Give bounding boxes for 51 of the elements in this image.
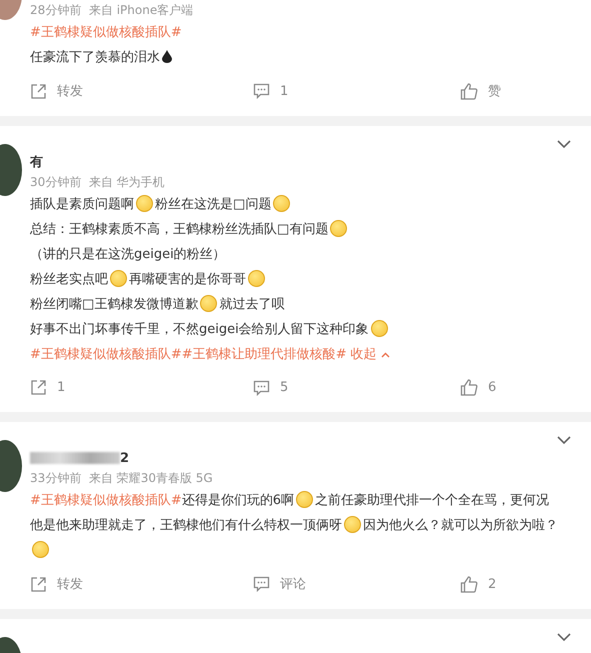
share-icon[interactable] xyxy=(30,576,47,592)
comment-text: （讲的只是在这洗geigei的粉丝） xyxy=(30,246,227,264)
repost-button[interactable]: 1 xyxy=(30,375,253,400)
comment-button[interactable]: 1 xyxy=(253,78,460,104)
droplet-icon xyxy=(162,50,172,63)
emoji-icon xyxy=(32,541,49,558)
comment-icon[interactable] xyxy=(253,576,270,592)
hashtag-link[interactable]: #王鹤棣疑似做核酸插队# xyxy=(30,347,182,362)
comment-text: 好事不出门坏事传千里，不然geigei会给别人留下这种印象 xyxy=(30,317,591,342)
post-meta: 28分钟前 来自 iPhone客户端 xyxy=(30,2,194,19)
emoji-icon xyxy=(110,270,127,287)
repost-button[interactable]: 转发 xyxy=(30,571,253,597)
username[interactable]: 有 xyxy=(30,153,43,171)
chevron-down-icon[interactable] xyxy=(557,436,571,445)
caret-up-icon[interactable] xyxy=(380,352,390,358)
comment-text: 粉丝闭嘴□王鹤棣发微博道歉 就过去了呗 xyxy=(30,294,286,314)
emoji-icon xyxy=(200,295,218,312)
thumbs-up-icon[interactable] xyxy=(460,82,478,100)
like-button[interactable]: 6 xyxy=(460,375,496,400)
hashtag-link[interactable]: #王鹤棣疑似做核酸插队# xyxy=(30,25,182,40)
like-button[interactable]: 2 xyxy=(460,571,496,597)
username[interactable]: 2 xyxy=(120,450,130,466)
repost-button[interactable]: 转发 xyxy=(30,78,253,104)
emoji-icon xyxy=(136,195,153,212)
emoji-icon xyxy=(296,491,314,508)
comment-text: 插队是素质问题啊 粉丝在这洗是□问题 xyxy=(30,192,591,217)
share-icon[interactable] xyxy=(30,82,47,100)
comment-text: 粉丝老实点吧 再嘴硬害的是你哥哥 xyxy=(30,267,591,292)
emoji-icon xyxy=(248,270,265,287)
comment-text: 总结：王鹤棣素质不高，王鹤棣粉丝洗插队□有问题 xyxy=(30,217,591,242)
emoji-icon xyxy=(344,516,361,533)
hashtag-link[interactable]: #王鹤棣让助理代排做核酸# xyxy=(182,347,347,362)
emoji-icon xyxy=(370,320,388,337)
comment-icon[interactable] xyxy=(253,83,270,99)
hashtag-link[interactable]: #王鹤棣疑似做核酸插队# xyxy=(30,493,182,508)
comment-icon[interactable] xyxy=(253,380,270,396)
share-icon[interactable] xyxy=(30,379,47,396)
chevron-down-icon[interactable] xyxy=(557,140,571,149)
chevron-down-icon[interactable] xyxy=(557,633,571,642)
like-button[interactable]: 赞 xyxy=(460,78,501,104)
thumbs-up-icon[interactable] xyxy=(460,576,478,592)
comment-text: #王鹤棣疑似做核酸插队#还得是你们玩的6啊 之前任豪助理代排一个个全在骂，更何况他是他来助理就走了，王鹤棣他们有什么特权一顶俩呀 因为他火么？就可以为所欲为啦？ xyxy=(30,488,591,563)
thumbs-up-icon[interactable] xyxy=(460,379,478,396)
emoji-icon xyxy=(330,220,348,237)
comment-button[interactable]: 评论 xyxy=(253,571,460,597)
post-meta: 33分钟前 来自 荣耀30青春版 5G xyxy=(30,470,214,487)
comment-button[interactable]: 5 xyxy=(253,375,460,400)
emoji-icon xyxy=(273,195,290,212)
comment-text: 任豪流下了羡慕的泪水 xyxy=(30,45,591,70)
post-meta: 30分钟前 来自 华为手机 xyxy=(30,174,166,191)
collapse-link[interactable]: 收起 xyxy=(350,347,390,362)
